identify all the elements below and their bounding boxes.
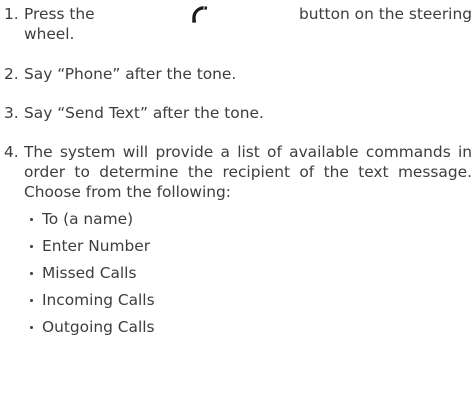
step-1: 1. Press the button on the steering whee… xyxy=(0,4,474,44)
step-number: 3. xyxy=(4,104,19,122)
step-1-text-after-icon: button on the steering xyxy=(299,5,472,23)
step-number: 4. xyxy=(4,143,19,161)
list-item: Missed Calls xyxy=(24,260,472,287)
step-text: Say “Send Text” after the tone. xyxy=(24,104,264,122)
list-item: Enter Number xyxy=(24,233,472,260)
list-item: To (a name) xyxy=(24,206,472,233)
step-4: 4. The system will provide a list of ava… xyxy=(0,142,474,341)
command-options-list: To (a name) Enter Number Missed Calls In… xyxy=(24,206,472,341)
step-1-first-line: Press the button on the steering xyxy=(24,4,472,24)
step-3: 3. Say “Send Text” after the tone. xyxy=(0,103,474,123)
list-item: Incoming Calls xyxy=(24,287,472,314)
step-1-second-line: wheel. xyxy=(24,25,75,43)
step-text: The system will provide a list of availa… xyxy=(24,143,472,201)
step-number: 1. xyxy=(4,5,19,23)
step-number: 2. xyxy=(4,65,19,83)
step-1-text-before-icon: Press the xyxy=(24,5,95,23)
step-4-content: The system will provide a list of availa… xyxy=(24,142,474,341)
phone-handset-icon xyxy=(190,5,208,23)
instruction-list: 1. Press the button on the steering whee… xyxy=(0,4,474,341)
step-2: 2. Say “Phone” after the tone. xyxy=(0,64,474,84)
list-item: Outgoing Calls xyxy=(24,314,472,341)
step-text: Press the button on the steering wheel. xyxy=(24,4,474,44)
step-text: Say “Phone” after the tone. xyxy=(24,65,237,83)
